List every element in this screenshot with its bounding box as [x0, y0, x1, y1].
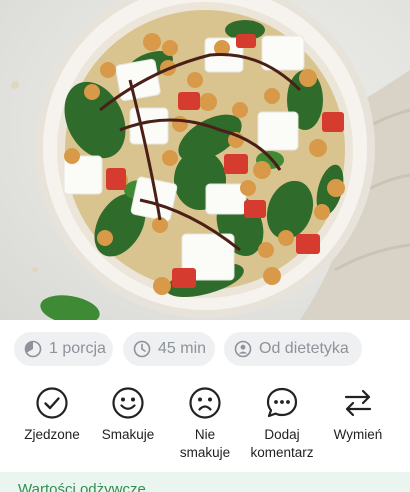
dislike-label-line2: smakuje [179, 445, 231, 460]
nutrition-section-header[interactable]: Wartości odżywcze [0, 472, 410, 492]
comment-icon [266, 387, 298, 418]
like-label: Smakuje [101, 427, 155, 442]
swap-button[interactable]: Wymień [318, 386, 398, 444]
servings-chip: 1 porcja [14, 332, 113, 366]
smile-face-icon [112, 387, 144, 419]
salad-bowl-illustration [11, 0, 410, 320]
add-comment-button[interactable]: Dodaj komentarz [242, 386, 322, 462]
dislike-button[interactable]: Nie smakuje [165, 386, 245, 462]
add-comment-label-line2: komentarz [250, 445, 314, 460]
recipe-photo [0, 0, 410, 320]
swap-label: Wymień [333, 427, 383, 442]
time-chip: 45 min [123, 332, 215, 366]
time-label: 45 min [158, 340, 207, 357]
nutrition-section-title: Wartości odżywcze [18, 481, 146, 492]
servings-label: 1 porcja [49, 340, 106, 357]
checkmark-circle-icon [36, 387, 68, 419]
sad-face-icon [189, 387, 221, 419]
add-comment-label-line1: Dodaj [264, 427, 300, 442]
recipe-meta-chips: 1 porcja 45 min Od dietetyka [0, 320, 410, 378]
eaten-button[interactable]: Zjedzone [12, 386, 92, 444]
clock-icon [133, 340, 151, 358]
dislike-label-line1: Nie [194, 427, 216, 442]
pie-clock-icon [24, 340, 42, 358]
author-label: Od dietetyka [259, 340, 349, 357]
recipe-actions: Zjedzone Smakuje Nie smakuje Dodaj komen… [0, 378, 410, 468]
eaten-label: Zjedzone [24, 427, 80, 442]
author-chip: Od dietetyka [224, 332, 362, 366]
swap-arrows-icon [344, 389, 372, 417]
user-badge-icon [234, 340, 252, 358]
like-button[interactable]: Smakuje [88, 386, 168, 444]
